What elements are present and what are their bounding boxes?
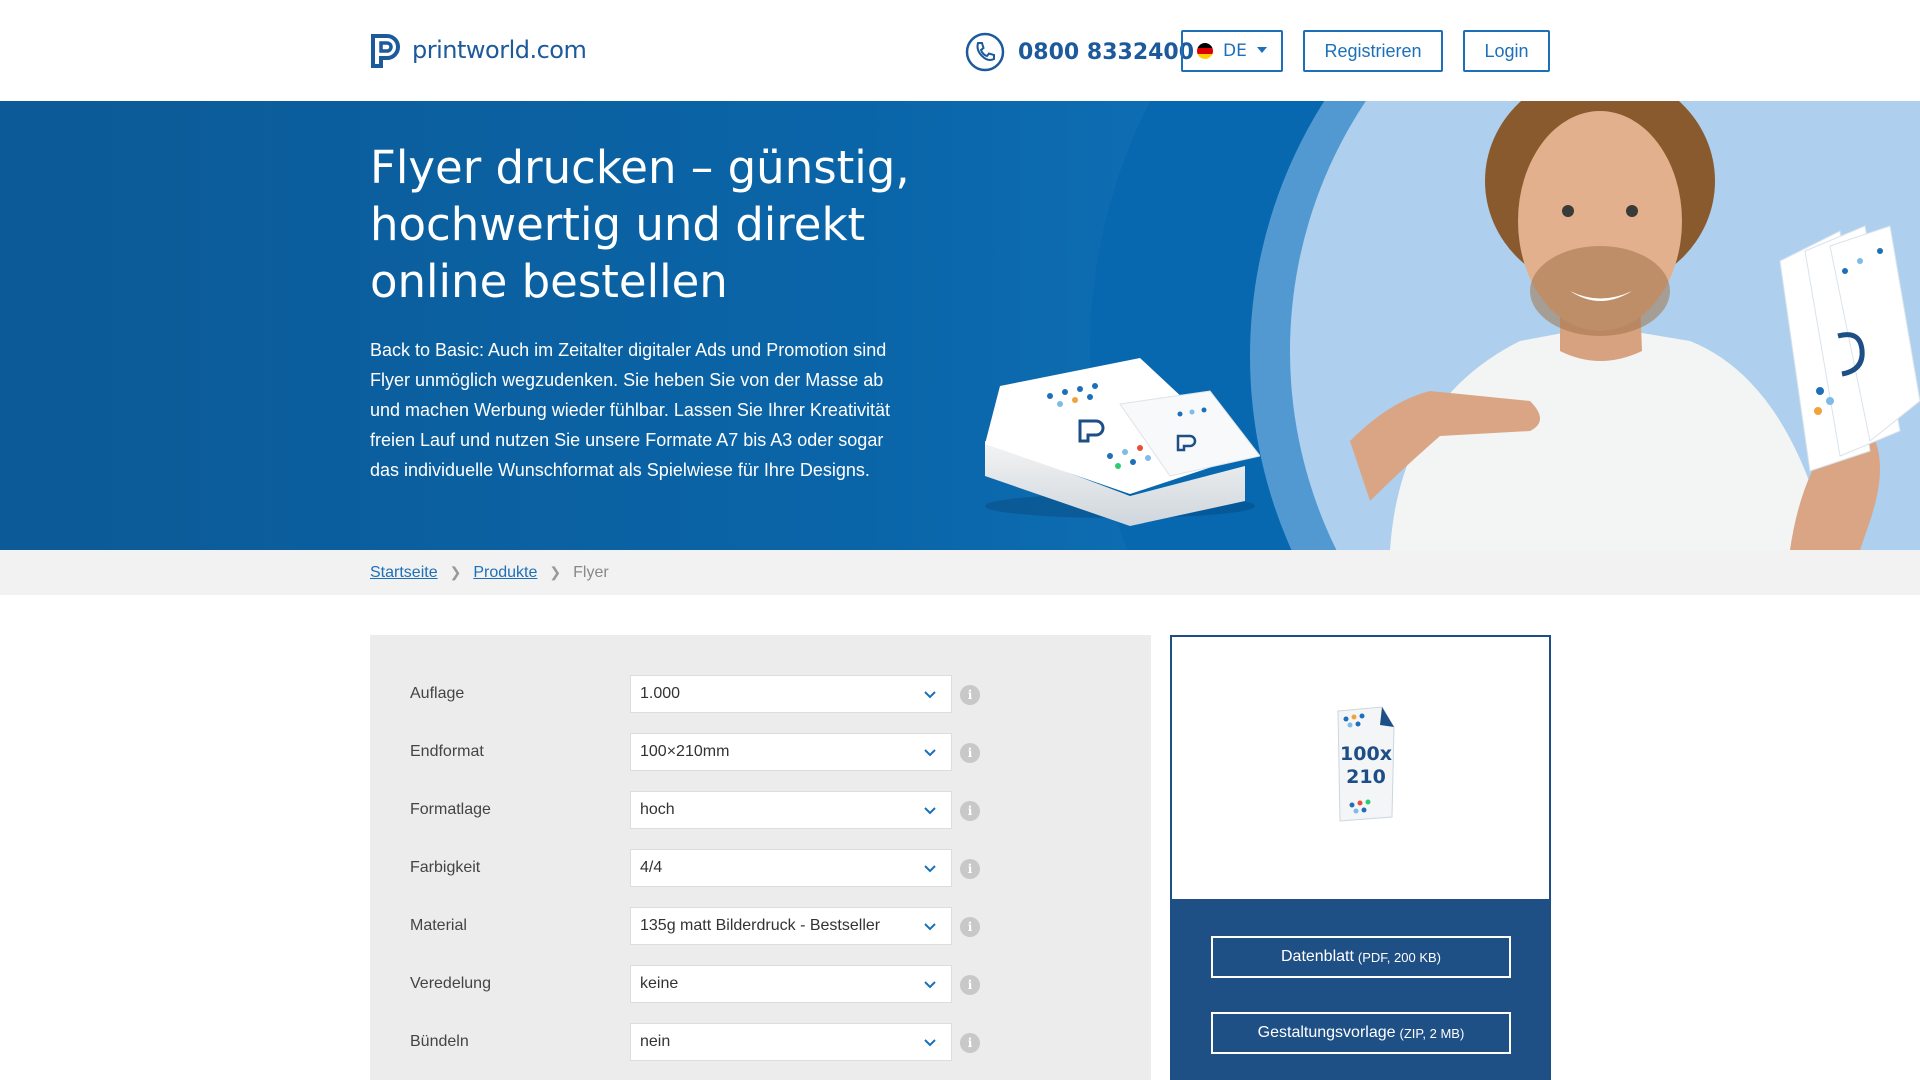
breadcrumb: Startseite ❯ Produkte ❯ Flyer (0, 550, 1920, 595)
select-value: 1.000 (640, 685, 681, 702)
chevron-down-icon (924, 807, 936, 815)
chevron-down-icon (924, 1039, 936, 1047)
breadcrumb-current: Flyer (573, 563, 609, 581)
chevron-right-icon: ❯ (449, 564, 462, 580)
chevron-down-icon (924, 981, 936, 989)
template-download-button[interactable]: Gestaltungsvorlage (ZIP, 2 MB) (1211, 1012, 1511, 1054)
select-value: keine (640, 975, 679, 992)
breadcrumb-home-link[interactable]: Startseite (370, 564, 438, 582)
datasheet-download-button[interactable]: Datenblatt (PDF, 200 KB) (1211, 936, 1511, 978)
config-label: Material (410, 917, 467, 934)
config-label: Bündeln (410, 1033, 469, 1050)
hero-person-image (1350, 101, 1920, 550)
breadcrumb-products-link[interactable]: Produkte (473, 564, 537, 582)
format-label-line2: 210 (1346, 766, 1386, 788)
logo[interactable]: printworld.com (370, 32, 587, 68)
info-icon[interactable]: i (960, 743, 980, 763)
chevron-right-icon: ❯ (549, 564, 562, 580)
config-label: Formatlage (410, 801, 491, 818)
template-label: Gestaltungsvorlage (1257, 1024, 1396, 1041)
material-select[interactable]: 135g matt Bilderdruck - Bestseller (630, 907, 952, 945)
config-row-veredelung: Veredelung keine i (370, 965, 1151, 1005)
hero-banner: Flyer drucken – günstig, hochwertig und … (0, 101, 1920, 550)
chevron-down-icon (924, 923, 936, 931)
chevron-down-icon (924, 691, 936, 699)
logo-text: printworld.com (412, 36, 587, 64)
download-section: Datenblatt (PDF, 200 KB) Gestaltungsvorl… (1172, 899, 1549, 1080)
formatlage-select[interactable]: hoch (630, 791, 952, 829)
flyer-format-preview-image: 100x 210 (1337, 706, 1395, 822)
template-meta: (ZIP, 2 MB) (1399, 1025, 1465, 1041)
site-header: printworld.com 0800 8332400 DE Registrie… (0, 0, 1920, 101)
config-label: Auflage (410, 685, 465, 702)
select-value: 100×210mm (640, 743, 730, 760)
config-label: Veredelung (410, 975, 491, 992)
hero-title: Flyer drucken – günstig, hochwertig und … (370, 141, 910, 308)
farbigkeit-select[interactable]: 4/4 (630, 849, 952, 887)
select-value: hoch (640, 801, 675, 818)
select-value: 4/4 (640, 859, 663, 876)
config-row-auflage: Auflage 1.000 i (370, 675, 1151, 715)
flyer-stack-image (985, 358, 1260, 526)
phone-icon (965, 32, 1005, 72)
germany-flag-icon (1197, 43, 1213, 59)
register-button[interactable]: Registrieren (1303, 30, 1443, 72)
config-label: Farbigkeit (410, 859, 481, 876)
select-value: nein (640, 1033, 671, 1050)
config-row-material: Material 135g matt Bilderdruck - Bestsel… (370, 907, 1151, 947)
info-icon[interactable]: i (960, 917, 980, 937)
info-icon[interactable]: i (960, 1033, 980, 1053)
datasheet-meta: (PDF, 200 KB) (1357, 949, 1442, 965)
chevron-down-icon (924, 865, 936, 873)
language-label: DE (1223, 41, 1247, 61)
chevron-down-icon (924, 749, 936, 757)
select-value: 135g matt Bilderdruck - Bestseller (640, 917, 881, 934)
phone-number[interactable]: 0800 8332400 (1018, 40, 1194, 65)
config-row-formatlage: Formatlage hoch i (370, 791, 1151, 831)
veredelung-select[interactable]: keine (630, 965, 952, 1003)
info-icon[interactable]: i (960, 859, 980, 879)
phone-contact[interactable]: 0800 8332400 (964, 31, 1194, 73)
auflage-select[interactable]: 1.000 (630, 675, 952, 713)
format-label-line1: 100x (1340, 743, 1392, 765)
info-icon[interactable]: i (960, 975, 980, 995)
product-configurator: Auflage 1.000 i Endformat 100×210mm i Fo… (370, 635, 1151, 1080)
datasheet-label: Datenblatt (1280, 948, 1354, 965)
hero-description: Back to Basic: Auch im Zeitalter digital… (370, 340, 890, 480)
product-preview-panel: 100x 210 Datenblatt (PDF, 200 KB) Gestal… (1170, 635, 1551, 1080)
config-row-farbigkeit: Farbigkeit 4/4 i (370, 849, 1151, 889)
info-icon[interactable]: i (960, 685, 980, 705)
printworld-logo-icon (371, 34, 400, 68)
endformat-select[interactable]: 100×210mm (630, 733, 952, 771)
buendeln-select[interactable]: nein (630, 1023, 952, 1061)
config-row-endformat: Endformat 100×210mm i (370, 733, 1151, 773)
config-row-buendeln: Bündeln nein i (370, 1023, 1151, 1063)
info-icon[interactable]: i (960, 801, 980, 821)
config-label: Endformat (410, 743, 484, 760)
language-select[interactable]: DE (1181, 30, 1283, 72)
login-button[interactable]: Login (1463, 30, 1550, 72)
caret-down-icon (1257, 47, 1267, 53)
